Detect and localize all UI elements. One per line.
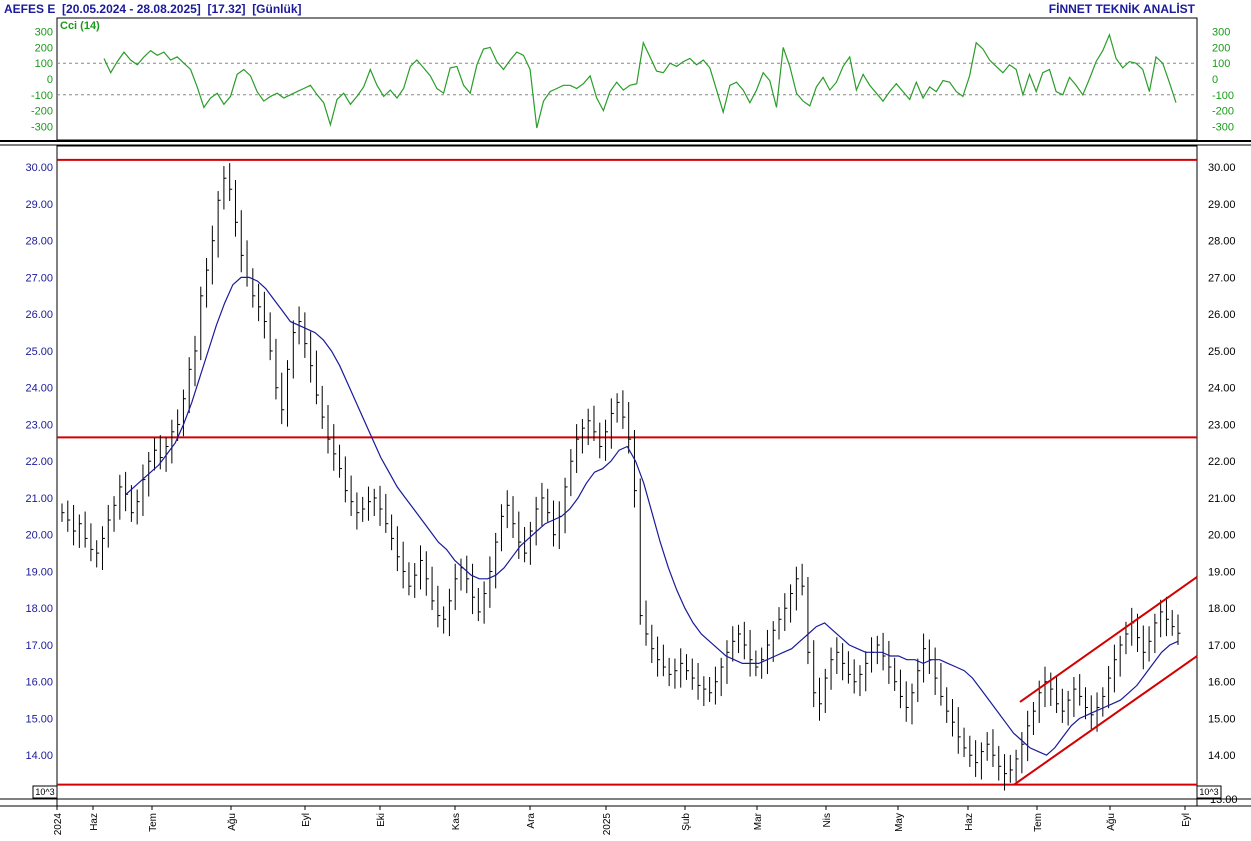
- cci-tick-right: 300: [1212, 27, 1230, 39]
- scale-note-right: 10^3: [1199, 787, 1218, 797]
- horizontal-lines: [57, 158, 1197, 786]
- x-tick-label: Eyl: [1181, 813, 1192, 827]
- x-axis: 2024 Haz Tem Ağu Eyl Eki Kas Ara 2025 Şub Mar Nis Ma…: [53, 806, 1192, 835]
- x-tick-label: 2025: [602, 813, 613, 836]
- cci-tick-right: -200: [1212, 106, 1234, 118]
- cci-tick-left: -300: [31, 121, 53, 133]
- cci-tick-right: 100: [1212, 58, 1230, 70]
- price-tick-right: 16.00: [1208, 677, 1236, 689]
- moving-average-line: [125, 276, 1179, 756]
- price-tick-left: 24.00: [25, 383, 53, 395]
- price-tick-right: 20.00: [1208, 530, 1236, 542]
- x-tick-label: Kas: [451, 813, 462, 830]
- cci-tick-left: 100: [35, 58, 53, 70]
- period: [Günlük]: [252, 2, 302, 16]
- x-tick-label: Ara: [526, 813, 537, 829]
- x-tick-label: Tem: [1033, 813, 1044, 832]
- price-tick-left: 21.00: [25, 493, 53, 505]
- price-tick-left: 25.00: [25, 346, 53, 358]
- price-tick-right: 19.00: [1208, 566, 1236, 578]
- chart-canvas: 300 300 200 200 100 100 0 0 -100 -100 -200 -200 -300…: [0, 17, 1251, 835]
- price-tick-left: 19.00: [25, 566, 53, 578]
- price-tick-left: 28.00: [25, 236, 53, 248]
- cci-tick-left: 300: [35, 27, 53, 39]
- price-tick-right: 17.00: [1208, 640, 1236, 652]
- price-tick-right: 27.00: [1208, 272, 1236, 284]
- moving-average: [125, 276, 1179, 756]
- last-price: [17.32]: [207, 2, 246, 16]
- price-tick-right: 23.00: [1208, 419, 1236, 431]
- price-panel-frame: [56, 145, 1198, 807]
- cci-tick-left: 200: [35, 42, 53, 54]
- price-tick-left: 26.00: [25, 309, 53, 321]
- price-tick-right: 21.00: [1208, 493, 1236, 505]
- x-tick-label: 2024: [53, 813, 64, 836]
- scale-note-left: 10^3: [35, 787, 54, 797]
- price-tick-left: 20.00: [25, 530, 53, 542]
- price-y-axis: 14.00 14.00 15.00 15.00 16.00 16.00 17.00 17.00…: [25, 162, 1237, 806]
- price-tick-right: 26.00: [1208, 309, 1236, 321]
- x-tick-label: Tem: [148, 813, 159, 832]
- price-tick-right: 29.00: [1208, 199, 1236, 211]
- cci-panel: 300 300 200 200 100 100 0 0 -100 -100 -200 -200 -300…: [31, 27, 1234, 134]
- x-tick-label: Ağu: [227, 813, 238, 831]
- cci-tick-right: 0: [1212, 74, 1218, 86]
- price-tick-right: 28.00: [1208, 236, 1236, 248]
- price-tick-left: 30.00: [25, 162, 53, 174]
- price-tick-right: 24.00: [1208, 383, 1236, 395]
- cci-tick-right: -100: [1212, 90, 1234, 102]
- price-tick-right: 22.00: [1208, 456, 1236, 468]
- x-tick-label: Mar: [753, 812, 764, 830]
- price-tick-right: 25.00: [1208, 346, 1236, 358]
- indicator-label: Cci (14): [60, 20, 100, 32]
- price-tick-left: 17.00: [25, 640, 53, 652]
- x-tick-label: Şub: [681, 813, 692, 831]
- channel-lower-line: [1013, 655, 1198, 786]
- price-tick-right: 15.00: [1208, 713, 1236, 725]
- date-range: [20.05.2024 - 28.08.2025]: [62, 2, 201, 16]
- price-tick-left: 22.00: [25, 456, 53, 468]
- price-tick-left: 23.00: [25, 419, 53, 431]
- price-tick-right: 30.00: [1208, 162, 1236, 174]
- brand-label: FİNNET TEKNİK ANALİST: [1048, 2, 1195, 16]
- price-tick-left: 18.00: [25, 603, 53, 615]
- price-tick-left: 16.00: [25, 677, 53, 689]
- cci-tick-right: 200: [1212, 42, 1230, 54]
- indicator-panel-frame: [56, 17, 1198, 141]
- chart-header: AEFES E [20.05.2024 - 28.08.2025] [17.32…: [4, 2, 302, 16]
- price-tick-right: 14.00: [1208, 750, 1236, 762]
- cci-line: [103, 32, 1177, 129]
- cci-tick-left: -100: [31, 90, 53, 102]
- price-tick-right: 18.00: [1208, 603, 1236, 615]
- x-tick-label: Haz: [89, 813, 100, 831]
- x-tick-label: Nis: [822, 813, 833, 827]
- cci-tick-right: -300: [1212, 121, 1234, 133]
- cci-tick-left: 0: [47, 74, 53, 86]
- x-tick-label: Eyl: [301, 813, 312, 827]
- price-tick-left: 27.00: [25, 272, 53, 284]
- ticker: AEFES E: [4, 2, 56, 16]
- x-tick-label: Eki: [376, 813, 387, 827]
- x-tick-label: Haz: [964, 813, 975, 831]
- price-tick-left: 15.00: [25, 713, 53, 725]
- price-tick-left: 14.00: [25, 750, 53, 762]
- cci-tick-left: -200: [31, 106, 53, 118]
- x-tick-label: May: [894, 813, 905, 832]
- x-tick-label: Ağu: [1106, 813, 1117, 831]
- price-tick-left: 29.00: [25, 199, 53, 211]
- price-bars: [61, 163, 1181, 791]
